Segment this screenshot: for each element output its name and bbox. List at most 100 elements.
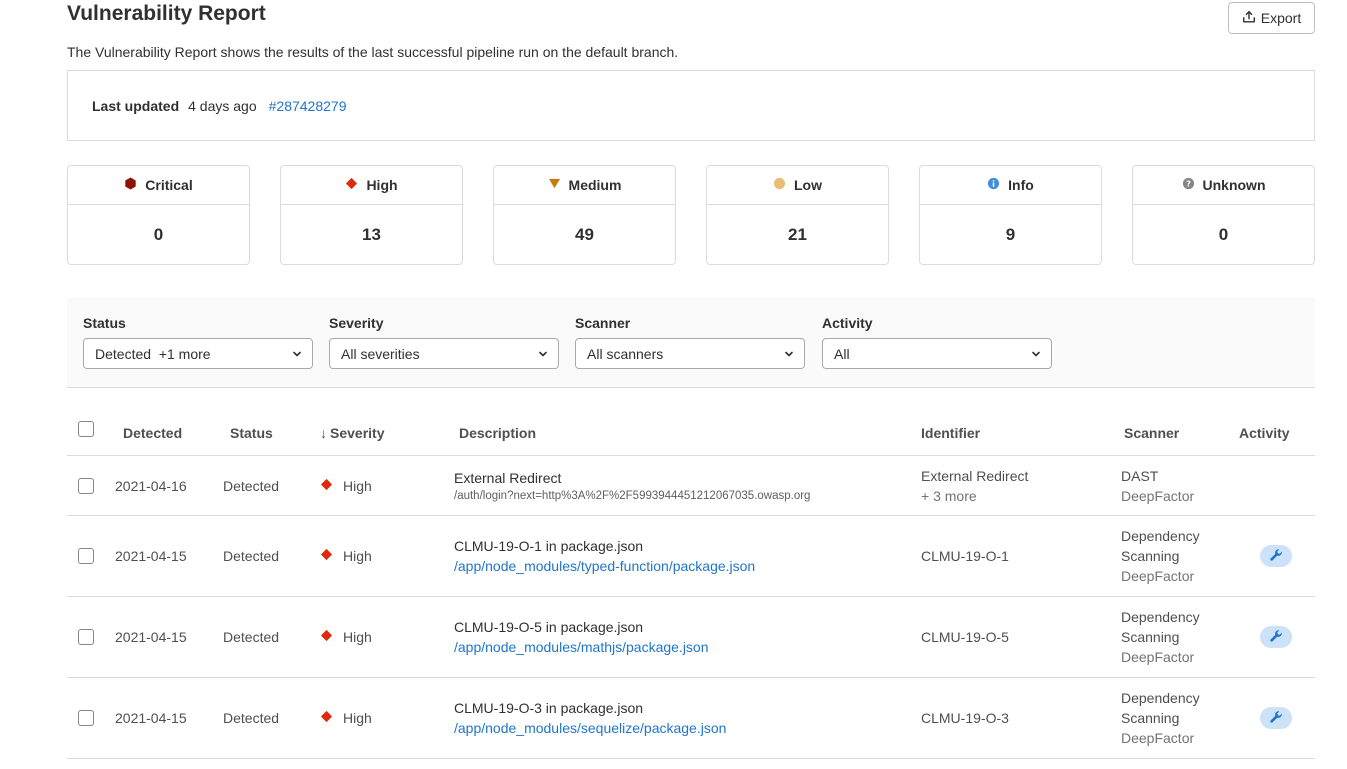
column-header-severity[interactable]: ↓ Severity — [312, 410, 454, 456]
select-all-cell — [67, 410, 111, 456]
file-path-link[interactable]: /app/node_modules/typed-function/package… — [454, 558, 921, 574]
page-description: The Vulnerability Report shows the resul… — [67, 44, 679, 60]
severity-high-icon — [320, 478, 333, 494]
identifier-cell: External Redirect + 3 more — [921, 455, 1121, 516]
description-cell: CLMU-19-O-3 in package.json /app/node_mo… — [454, 677, 921, 759]
severity-card-count: 13 — [362, 225, 381, 244]
filter-label: Severity — [329, 315, 384, 331]
status-filter-dropdown[interactable]: Detected +1 more — [83, 338, 313, 369]
severity-label: High — [343, 477, 372, 494]
filter-value: All scanners — [587, 345, 664, 362]
severity-label: High — [343, 710, 372, 726]
export-button[interactable]: Export — [1228, 2, 1315, 34]
filter-label: Status — [83, 315, 126, 331]
activity-filter: Activity All — [822, 315, 1052, 369]
page-title: Vulnerability Report — [67, 2, 266, 25]
severity-card-label: Medium — [568, 177, 622, 193]
row-checkbox[interactable] — [78, 629, 94, 645]
scanner-cell: Dependency Scanning DeepFactor — [1121, 515, 1239, 597]
activity-cell — [1239, 677, 1315, 759]
column-header-severity-label: Severity — [330, 424, 385, 441]
status-cell: Detected — [223, 455, 312, 516]
severity-card-info: Info 9 — [919, 165, 1102, 265]
scanner-filter-dropdown[interactable]: All scanners — [575, 338, 805, 369]
file-path-link[interactable]: /app/node_modules/mathjs/package.json — [454, 639, 921, 655]
remediation-badge[interactable] — [1260, 626, 1292, 648]
description-cell: External Redirect /auth/login?next=http%… — [454, 455, 921, 516]
identifier-cell: CLMU-19-O-3 — [921, 677, 1121, 759]
severity-card-count: 21 — [788, 225, 807, 244]
severity-info-icon — [987, 177, 1000, 193]
identifier-cell: CLMU-19-O-5 — [921, 596, 1121, 678]
sort-arrow-icon: ↓ — [320, 424, 327, 441]
wrench-icon — [1269, 548, 1283, 565]
filter-bar: Status Detected +1 more Severity All sev… — [67, 297, 1315, 388]
last-updated-panel: Last updated 4 days ago #287428279 — [67, 70, 1315, 141]
severity-card-label: Info — [1008, 177, 1034, 193]
chevron-down-icon — [1031, 346, 1041, 362]
status-cell: Detected — [223, 515, 312, 597]
row-checkbox[interactable] — [78, 477, 94, 494]
severity-filter-dropdown[interactable]: All severities — [329, 338, 559, 369]
chevron-down-icon — [292, 346, 302, 362]
column-header-detected[interactable]: Detected — [111, 410, 223, 456]
column-header-activity: Activity — [1239, 410, 1315, 456]
severity-cell: High — [312, 677, 454, 759]
scanner-cell: Dependency Scanning DeepFactor — [1121, 596, 1239, 678]
table-row[interactable]: 2021-04-15 Detected High CLMU-19-O-5 in … — [67, 596, 1315, 678]
last-updated-label: Last updated — [92, 97, 180, 114]
chevron-down-icon — [784, 346, 794, 362]
scanner-name-line2: Scanning — [1121, 548, 1180, 564]
select-all-checkbox[interactable] — [78, 420, 94, 437]
scanner-vendor: DeepFactor — [1121, 649, 1195, 665]
export-icon — [1242, 10, 1256, 27]
severity-cell: High — [312, 455, 454, 516]
table-row[interactable]: 2021-04-15 Detected High CLMU-19-O-3 in … — [67, 677, 1315, 759]
severity-label: High — [343, 629, 372, 645]
wrench-icon — [1269, 710, 1283, 727]
column-header-status[interactable]: Status — [223, 410, 312, 456]
activity-filter-dropdown[interactable]: All — [822, 338, 1052, 369]
scanner-vendor: DeepFactor — [1121, 487, 1195, 504]
row-select-cell — [67, 677, 111, 759]
pipeline-link[interactable]: #287428279 — [269, 98, 347, 114]
description-cell: CLMU-19-O-1 in package.json /app/node_mo… — [454, 515, 921, 597]
scanner-cell: DAST DeepFactor — [1121, 455, 1239, 516]
severity-card-count: 49 — [575, 225, 594, 244]
vulnerability-title-link[interactable]: CLMU-19-O-5 in package.json — [454, 619, 921, 635]
severity-card-label: High — [366, 177, 398, 193]
severity-low-icon — [773, 177, 786, 193]
remediation-badge[interactable] — [1260, 545, 1292, 567]
vulnerability-title-link[interactable]: CLMU-19-O-3 in package.json — [454, 700, 921, 716]
severity-card-medium: Medium 49 — [493, 165, 676, 265]
severity-high-icon — [320, 629, 333, 645]
column-header-identifier: Identifier — [921, 410, 1121, 456]
table-header-row: Detected Status ↓ Severity Description Id… — [67, 410, 1315, 456]
severity-cell: High — [312, 596, 454, 678]
description-cell: CLMU-19-O-5 in package.json /app/node_mo… — [454, 596, 921, 678]
row-checkbox[interactable] — [78, 710, 94, 726]
activity-cell — [1239, 515, 1315, 597]
row-checkbox[interactable] — [78, 548, 94, 564]
scanner-filter: Scanner All scanners — [575, 315, 805, 369]
column-header-scanner: Scanner — [1121, 410, 1239, 456]
scanner-vendor: DeepFactor — [1121, 568, 1195, 584]
remediation-badge[interactable] — [1260, 707, 1292, 729]
vulnerability-title-link[interactable]: CLMU-19-O-1 in package.json — [454, 538, 921, 554]
severity-card-unknown: ? Unknown 0 — [1132, 165, 1315, 265]
scanner-name: Dependency — [1121, 609, 1200, 625]
activity-cell — [1239, 455, 1315, 516]
filter-label: Scanner — [575, 315, 631, 331]
status-cell: Detected — [223, 596, 312, 678]
severity-card-label: Critical — [145, 177, 193, 193]
status-cell: Detected — [223, 677, 312, 759]
severity-card-critical: Critical 0 — [67, 165, 250, 265]
identifier-value: External Redirect — [921, 467, 1029, 484]
severity-card-low: Low 21 — [706, 165, 889, 265]
severity-card-label: Unknown — [1202, 177, 1266, 193]
last-updated-time: 4 days ago — [188, 97, 257, 114]
vulnerability-title-link[interactable]: External Redirect — [454, 470, 921, 486]
file-path-link[interactable]: /app/node_modules/sequelize/package.json — [454, 720, 921, 736]
table-row[interactable]: 2021-04-15 Detected High CLMU-19-O-1 in … — [67, 515, 1315, 597]
table-row[interactable]: 2021-04-16 Detected High External Redire… — [67, 455, 1315, 516]
